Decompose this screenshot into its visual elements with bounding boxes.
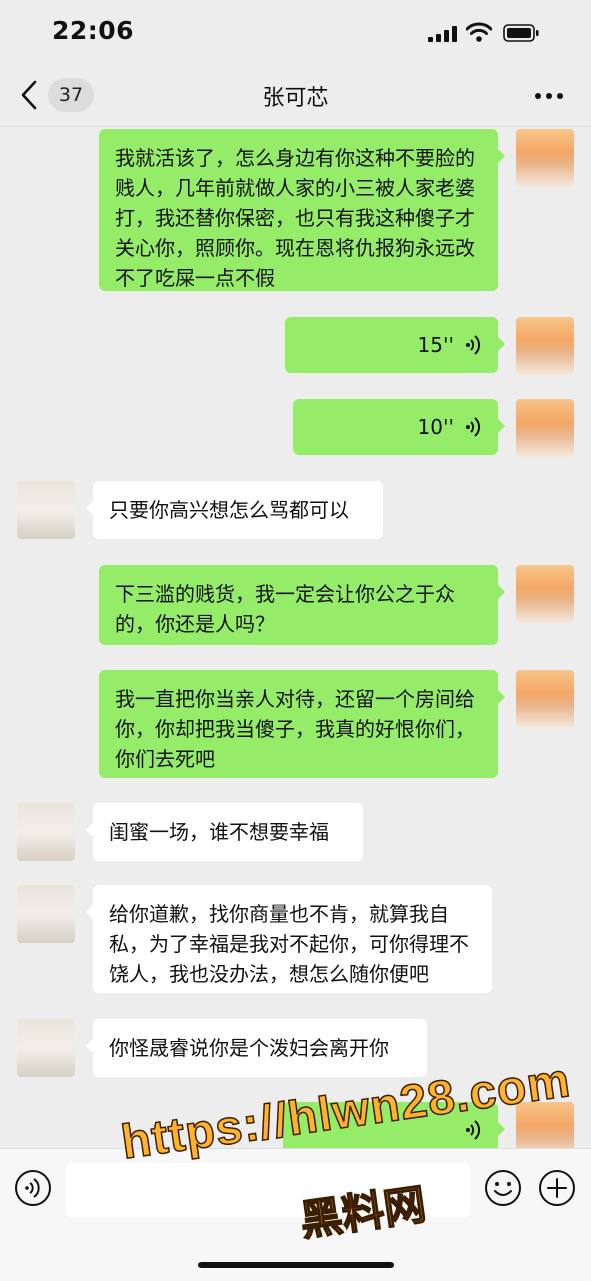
self-avatar[interactable] (516, 399, 574, 457)
contact-avatar[interactable] (17, 1019, 75, 1077)
message-text: 我就活该了，怎么身边有你这种不要脸的贱人，几年前就做人家的小三被人家老婆打，我还… (115, 146, 475, 290)
contact-avatar[interactable] (17, 803, 75, 861)
voice-wave-icon (466, 417, 481, 437)
voice-duration: 15'' (417, 333, 454, 357)
home-indicator (198, 1262, 394, 1268)
message-bubble-received[interactable]: 给你道歉，找你商量也不肯，就算我自私，为了幸福是我对不起你，可你得理不饶人，我也… (86, 885, 492, 993)
message-text: 我一直把你当亲人对待，还留一个房间给你，你却把我当傻子，我真的好恨你们，你们去死… (115, 687, 475, 771)
wifi-icon (466, 22, 492, 42)
voice-wave-icon (466, 335, 481, 355)
status-bar: 22:06 (0, 0, 591, 64)
message-list: 我就活该了，怎么身边有你这种不要脸的贱人，几年前就做人家的小三被人家老婆打，我还… (0, 127, 591, 1148)
message-text: 下三滥的贱货，我一定会让你公之于众的，你还是人吗？ (115, 582, 455, 636)
voice-message-sent[interactable]: 15'' (285, 317, 505, 373)
emoji-icon[interactable] (484, 1169, 522, 1207)
contact-avatar[interactable] (17, 885, 75, 943)
message-bubble-sent[interactable]: 下三滥的贱货，我一定会让你公之于众的，你还是人吗？ (99, 565, 505, 645)
chat-title: 张可芯 (262, 86, 329, 111)
status-time: 22:06 (52, 16, 135, 45)
voice-message-sent[interactable]: 10'' (293, 399, 505, 455)
chat-header: 37 张可芯 (0, 64, 591, 127)
cellular-signal-icon (428, 26, 457, 42)
message-bubble-received[interactable]: 你怪晟睿说你是个泼妇会离开你 (86, 1019, 427, 1077)
self-avatar[interactable] (516, 670, 574, 728)
message-text: 你怪晟睿说你是个泼妇会离开你 (109, 1036, 389, 1060)
message-text: 闺蜜一场，谁不想要幸福 (109, 820, 329, 844)
message-bubble-received[interactable]: 只要你高兴想怎么骂都可以 (86, 481, 383, 539)
battery-icon (503, 24, 539, 42)
message-text: 只要你高兴想怎么骂都可以 (109, 498, 349, 522)
message-bubble-sent[interactable]: 我就活该了，怎么身边有你这种不要脸的贱人，几年前就做人家的小三被人家老婆打，我还… (99, 129, 505, 291)
voice-duration: 10'' (417, 415, 454, 439)
more-dots-icon[interactable] (534, 92, 564, 100)
contact-avatar[interactable] (17, 481, 75, 539)
self-avatar[interactable] (516, 317, 574, 375)
message-bubble-received[interactable]: 闺蜜一场，谁不想要幸福 (86, 803, 363, 861)
message-bubble-sent[interactable]: 我一直把你当亲人对待，还留一个房间给你，你却把我当傻子，我真的好恨你们，你们去死… (99, 670, 505, 778)
self-avatar[interactable] (516, 565, 574, 623)
message-text: 给你道歉，找你商量也不肯，就算我自私，为了幸福是我对不起你，可你得理不饶人，我也… (109, 902, 469, 986)
self-avatar[interactable] (516, 129, 574, 187)
plus-icon[interactable] (538, 1169, 576, 1207)
voice-input-icon[interactable] (14, 1169, 52, 1207)
